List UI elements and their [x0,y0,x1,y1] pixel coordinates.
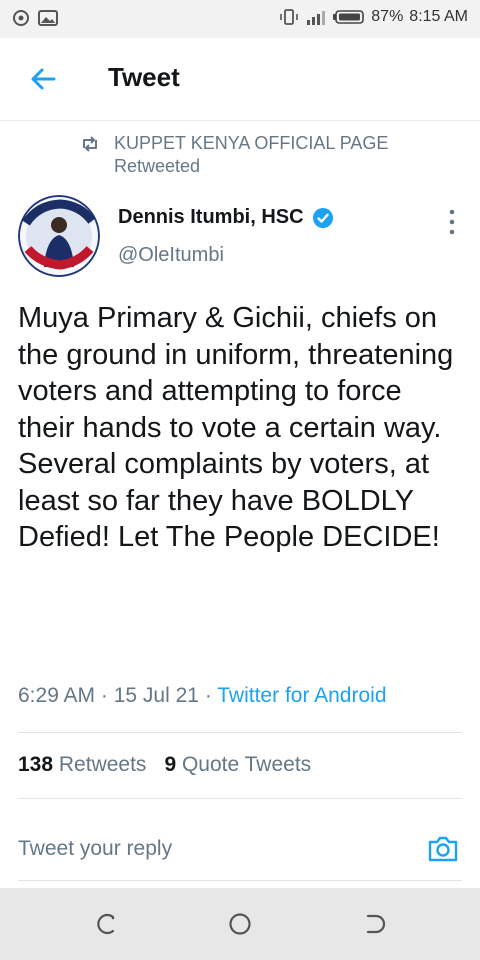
divider [18,732,462,733]
recent-apps-icon[interactable] [92,910,120,938]
battery-icon [333,10,365,24]
clock: 8:15 AM [409,8,468,25]
divider [18,798,462,799]
quote-tweets-count: 9 [164,753,177,776]
retweets-label: Retweets [58,753,147,776]
tweet-date: 15 Jul 21 [113,684,199,707]
quote-tweets-label: Quote Tweets [181,753,312,776]
battery-percent: 87% [371,8,404,25]
retweeted-label: Retweeted [114,156,201,176]
retweet-icon [83,136,97,152]
vibrate-icon [280,9,299,25]
reply-input[interactable]: Tweet your reply [18,837,172,861]
avatar-image [18,195,100,277]
app-header: Tweet [0,38,480,121]
retweeter-name[interactable]: KUPPET KENYA OFFICIAL PAGE [114,132,388,155]
author-display-name[interactable]: Dennis Itumbi, HSC [118,206,304,229]
gallery-icon [38,10,58,26]
author-handle[interactable]: @OleItumbi [118,244,224,267]
signal-icon [307,11,326,25]
back-nav-icon[interactable] [360,910,388,938]
retweets-count: 138 [18,753,54,776]
retweet-context[interactable]: KUPPET KENYA OFFICIAL PAGE Retweeted [80,132,388,178]
tweet-time: 6:29 AM [18,684,96,707]
tweet-metadata: 6:29 AM · 15 Jul 21 · Twitter for Androi… [18,684,387,707]
retweets-stat[interactable]: 138 Retweets [18,753,146,777]
tweet-text: Muya Primary & Gichii, chiefs on the gro… [18,302,454,553]
home-icon[interactable] [226,910,254,938]
quote-tweets-stat[interactable]: 9 Quote Tweets [164,753,311,777]
back-arrow-icon[interactable] [28,64,58,94]
verified-badge-icon [312,207,333,228]
engagement-stats: 138 Retweets 9 Quote Tweets [18,753,311,777]
status-bar: 87% 8:15 AM [0,0,480,38]
tweet-source-link[interactable]: Twitter for Android [217,684,386,707]
page-title: Tweet [108,62,180,92]
vpn-shield-icon [13,10,29,26]
avatar[interactable] [18,195,100,277]
system-nav-bar [0,888,480,960]
divider [18,880,462,881]
more-options-icon[interactable] [448,208,456,236]
camera-icon[interactable] [426,832,460,866]
